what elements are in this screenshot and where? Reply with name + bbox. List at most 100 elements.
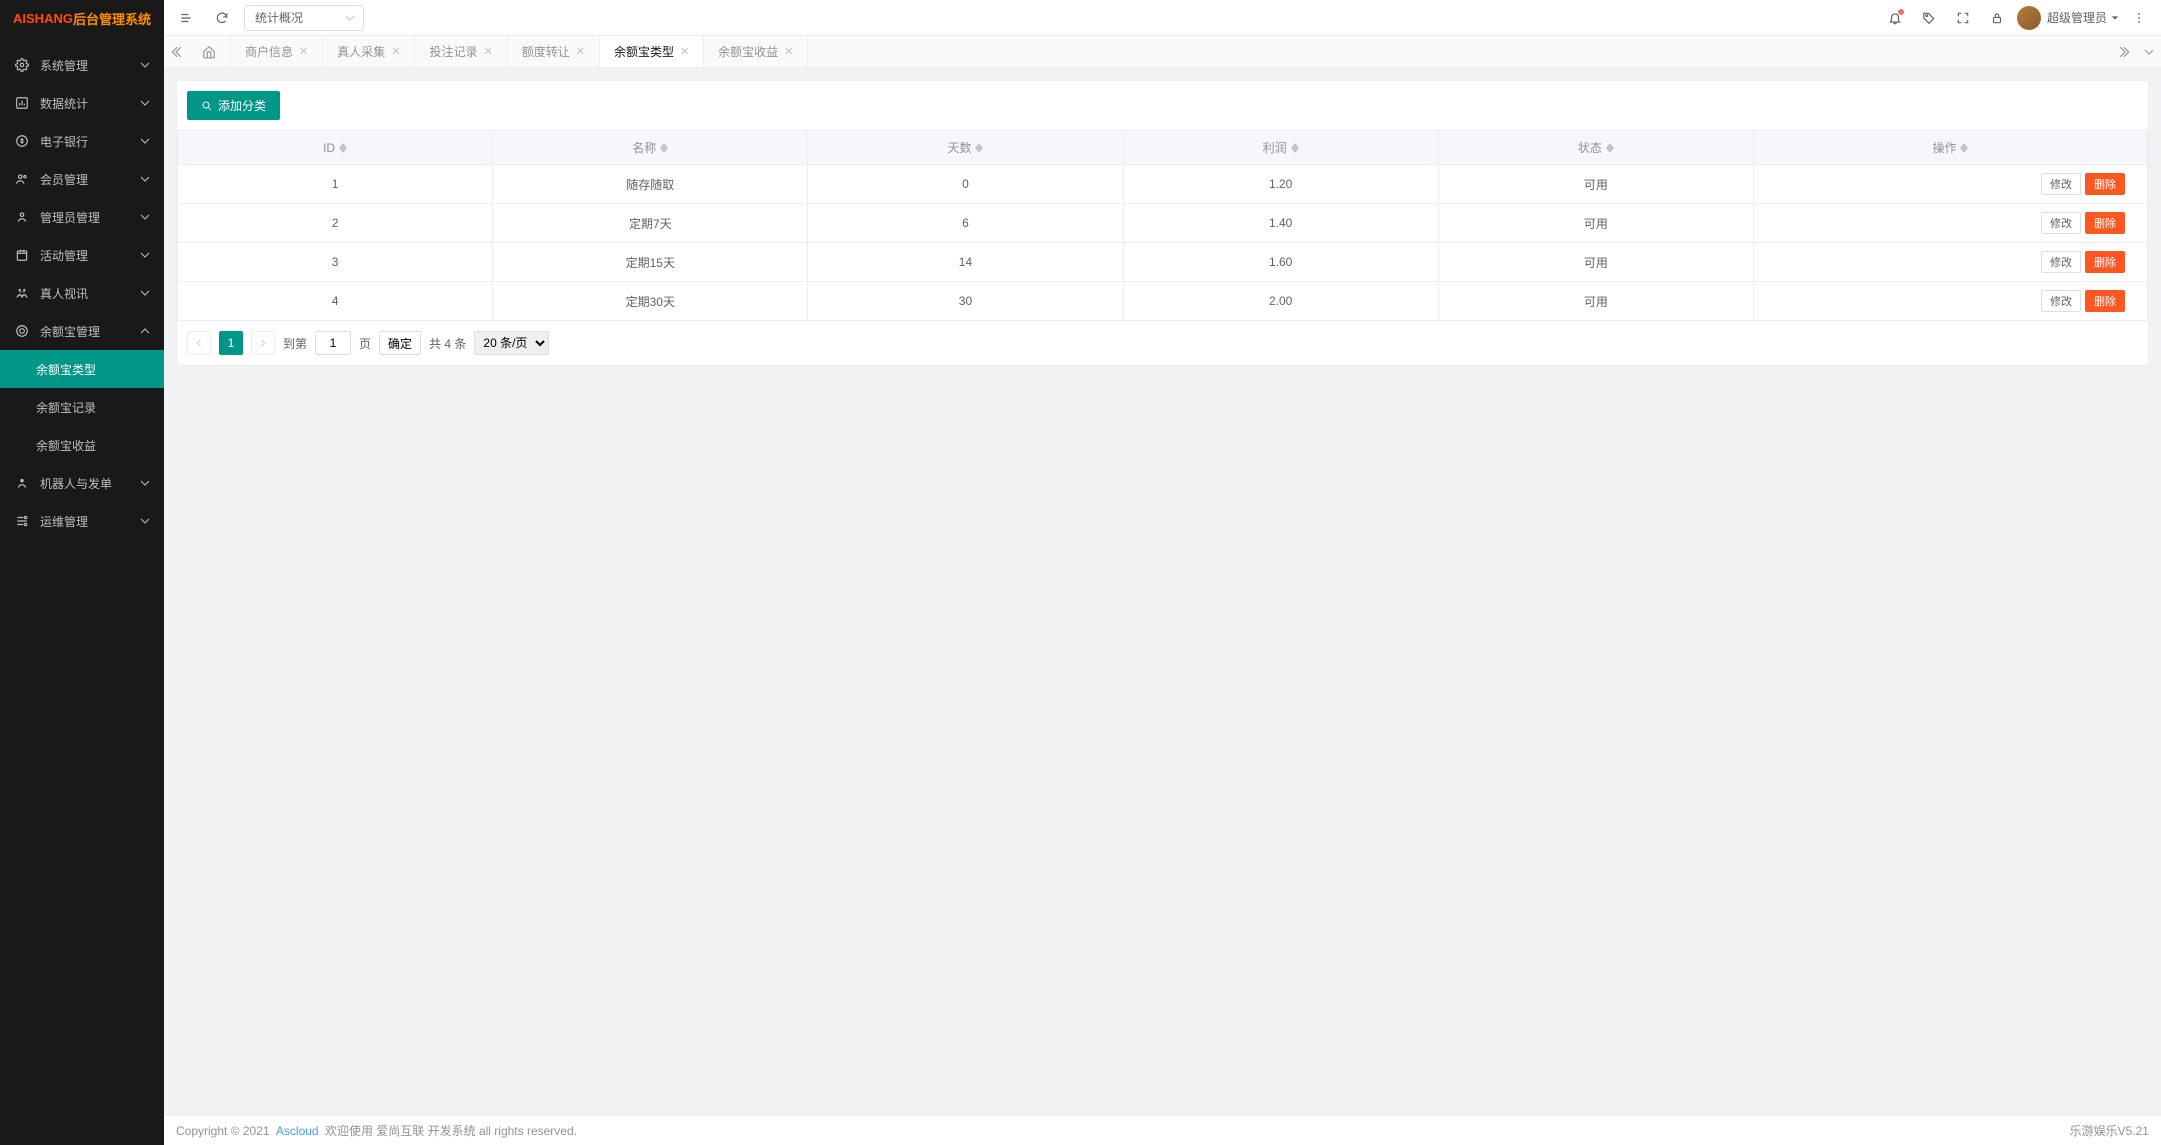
- close-icon[interactable]: ✕: [299, 45, 308, 58]
- close-icon[interactable]: ✕: [483, 45, 492, 58]
- page-select[interactable]: 统计概况: [244, 5, 364, 31]
- cell-actions: 修改删除: [1753, 165, 2147, 204]
- user-name-label: 超级管理员: [2047, 9, 2107, 26]
- cell-actions: 修改删除: [1753, 204, 2147, 243]
- caret-down-icon: [345, 13, 355, 23]
- tab-merchant[interactable]: 商户信息✕: [231, 36, 323, 67]
- page-select-value: 统计概况: [255, 9, 303, 26]
- bank-icon: [14, 134, 30, 148]
- sidebar-item-label: 系统管理: [40, 57, 88, 74]
- ops-icon: [14, 514, 30, 528]
- th-days[interactable]: 天数: [808, 131, 1123, 165]
- lock-button[interactable]: [1983, 4, 2011, 32]
- page-next[interactable]: [251, 331, 275, 355]
- logo: AISHANG后台管理系统: [0, 0, 164, 36]
- table-row: 3定期15天141.60可用修改删除: [178, 243, 2148, 282]
- notifications-button[interactable]: [1881, 4, 1909, 32]
- user-menu[interactable]: 超级管理员: [2047, 9, 2119, 26]
- sidebar-item-stats[interactable]: 数据统计: [0, 84, 164, 122]
- menu-toggle-button[interactable]: [172, 4, 200, 32]
- sidebar-item-label: 余额宝收益: [36, 437, 96, 454]
- tab-label: 投注记录: [429, 43, 477, 60]
- th-profit[interactable]: 利润: [1123, 131, 1438, 165]
- delete-button[interactable]: 删除: [2085, 212, 2125, 234]
- chevron-down-icon: [140, 250, 150, 260]
- footer-version: 乐游娱乐V5.21: [2070, 1122, 2149, 1139]
- cell-id: 4: [178, 282, 493, 321]
- close-icon[interactable]: ✕: [680, 45, 689, 58]
- edit-button[interactable]: 修改: [2041, 251, 2081, 273]
- panel-toolbar: 添加分类: [177, 81, 2148, 130]
- close-icon[interactable]: ✕: [576, 45, 585, 58]
- sidebar-item-label: 余额宝类型: [36, 361, 96, 378]
- refresh-button[interactable]: [208, 4, 236, 32]
- delete-button[interactable]: 删除: [2085, 173, 2125, 195]
- sidebar-submenu-wallet: 余额宝类型 余额宝记录 余额宝收益: [0, 350, 164, 464]
- sidebar-item-robot[interactable]: 机器人与发单: [0, 464, 164, 502]
- tab-quota-transfer[interactable]: 额度转让✕: [508, 36, 600, 67]
- tab-wallet-type[interactable]: 余额宝类型✕: [600, 36, 704, 67]
- delete-button[interactable]: 删除: [2085, 251, 2125, 273]
- chevron-down-icon: [140, 136, 150, 146]
- table-row: 2定期7天61.40可用修改删除: [178, 204, 2148, 243]
- edit-button[interactable]: 修改: [2041, 290, 2081, 312]
- table-row: 4定期30天302.00可用修改删除: [178, 282, 2148, 321]
- data-table: ID 名称 天数 利润 状态 操作 1随存随取01.20可用修改删除2定期7天6…: [177, 130, 2148, 321]
- logo-text-1: AISHANG: [13, 11, 73, 26]
- sidebar-item-bank[interactable]: 电子银行: [0, 122, 164, 160]
- page-size-select[interactable]: 20 条/页: [474, 331, 549, 355]
- users-icon: [14, 172, 30, 186]
- th-name[interactable]: 名称: [493, 131, 808, 165]
- sidebar-item-wallet[interactable]: 余额宝管理: [0, 312, 164, 350]
- calendar-icon: [14, 248, 30, 262]
- fullscreen-button[interactable]: [1949, 4, 1977, 32]
- sidebar-item-video[interactable]: 真人视讯: [0, 274, 164, 312]
- avatar[interactable]: [2017, 6, 2041, 30]
- page-prev[interactable]: [187, 331, 211, 355]
- th-label: 状态: [1578, 139, 1602, 156]
- page-goto-confirm[interactable]: 确定: [379, 331, 421, 355]
- tab-wallet-profit[interactable]: 余额宝收益✕: [704, 36, 808, 67]
- th-label: 天数: [947, 139, 971, 156]
- page-number-1[interactable]: 1: [219, 331, 243, 355]
- tag-button[interactable]: [1915, 4, 1943, 32]
- sidebar-item-members[interactable]: 会员管理: [0, 160, 164, 198]
- cell-id: 3: [178, 243, 493, 282]
- th-label: ID: [323, 141, 335, 155]
- sidebar-subitem-wallet-record[interactable]: 余额宝记录: [0, 388, 164, 426]
- tabs-dropdown[interactable]: [2137, 36, 2161, 67]
- sidebar-item-activity[interactable]: 活动管理: [0, 236, 164, 274]
- th-actions[interactable]: 操作: [1753, 131, 2147, 165]
- cell-id: 1: [178, 165, 493, 204]
- th-id[interactable]: ID: [178, 131, 493, 165]
- sidebar-item-label: 电子银行: [40, 133, 88, 150]
- close-icon[interactable]: ✕: [391, 45, 400, 58]
- add-category-button[interactable]: 添加分类: [187, 91, 280, 120]
- sidebar-item-admins[interactable]: 管理员管理: [0, 198, 164, 236]
- sidebar-subitem-wallet-profit[interactable]: 余额宝收益: [0, 426, 164, 464]
- tabs-scroll-right[interactable]: [2113, 36, 2137, 67]
- cell-status: 可用: [1438, 204, 1753, 243]
- sort-icon: [660, 143, 668, 153]
- content-area: 添加分类 ID 名称 天数 利润 状态 操作 1随存随取0: [164, 68, 2161, 1115]
- edit-button[interactable]: 修改: [2041, 212, 2081, 234]
- topbar: 统计概况 超级管理员: [164, 0, 2161, 36]
- chevron-down-icon: [140, 98, 150, 108]
- sidebar-item-ops[interactable]: 运维管理: [0, 502, 164, 540]
- cell-profit: 1.60: [1123, 243, 1438, 282]
- close-icon[interactable]: ✕: [784, 45, 793, 58]
- tab-real-collect[interactable]: 真人采集✕: [323, 36, 415, 67]
- edit-button[interactable]: 修改: [2041, 173, 2081, 195]
- footer-link[interactable]: Ascloud: [276, 1124, 319, 1138]
- sidebar-item-system[interactable]: 系统管理: [0, 46, 164, 84]
- th-status[interactable]: 状态: [1438, 131, 1753, 165]
- tab-bet-record[interactable]: 投注记录 ✕: [415, 36, 507, 67]
- tab-home[interactable]: [188, 36, 231, 67]
- page-goto-input[interactable]: [315, 331, 351, 355]
- more-button[interactable]: [2125, 4, 2153, 32]
- sidebar-subitem-wallet-type[interactable]: 余额宝类型: [0, 350, 164, 388]
- tabs-scroll-left[interactable]: [164, 36, 188, 67]
- th-label: 利润: [1263, 139, 1287, 156]
- sidebar-item-label: 余额宝记录: [36, 399, 96, 416]
- delete-button[interactable]: 删除: [2085, 290, 2125, 312]
